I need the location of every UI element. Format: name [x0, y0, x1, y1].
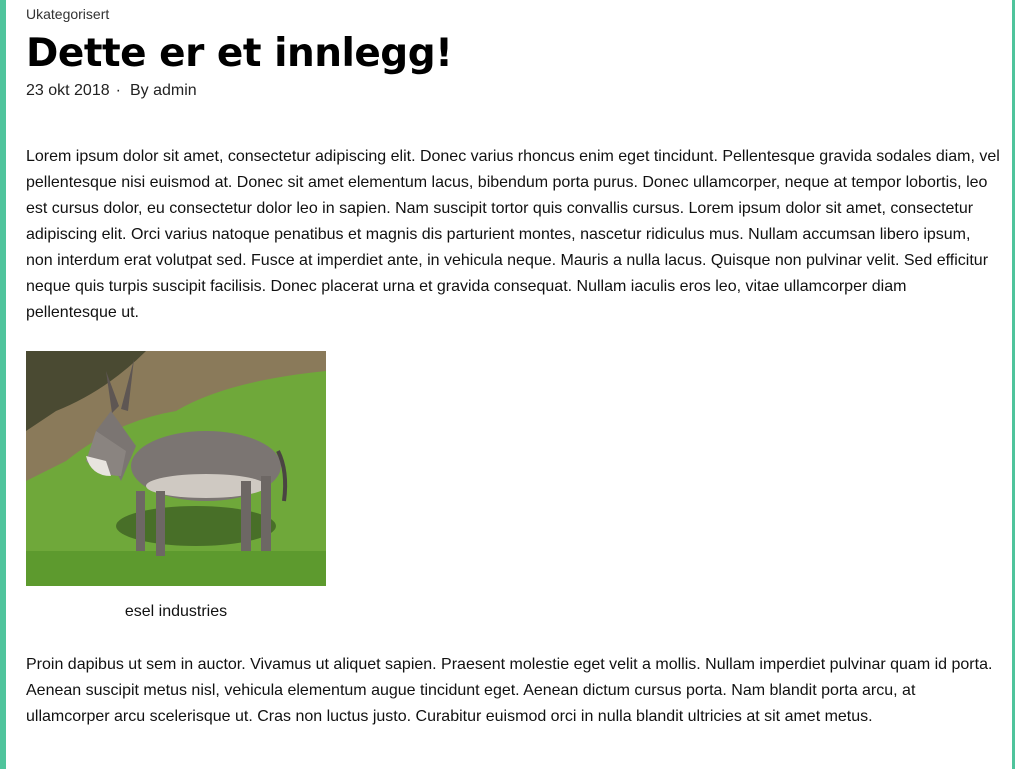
post-paragraph: Lorem ipsum dolor sit amet, consectetur …	[26, 148, 1000, 321]
author-prefix: By	[129, 82, 149, 99]
post-paragraph: Proin dapibus ut sem in auctor. Vivamus …	[26, 656, 993, 725]
image-caption: esel industries	[124, 603, 228, 620]
post-meta: 23 okt 2018 · By admin	[26, 82, 197, 100]
post-figure: esel industries	[26, 351, 326, 621]
accent-border-left	[0, 0, 6, 769]
post-title: Dette er et innlegg!	[26, 31, 453, 76]
post-date[interactable]: 23 okt 2018	[26, 82, 110, 99]
category-link[interactable]: Ukategorisert	[26, 6, 109, 22]
donkey-image	[26, 351, 326, 586]
meta-separator: ·	[115, 82, 121, 99]
author-link[interactable]: admin	[153, 82, 197, 99]
